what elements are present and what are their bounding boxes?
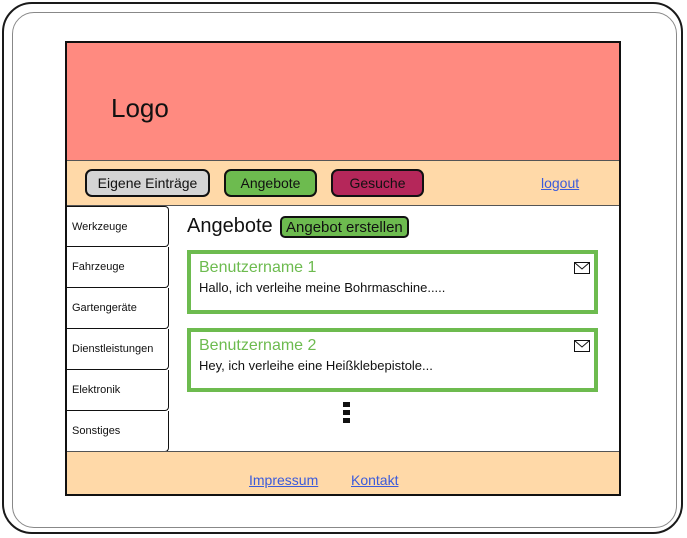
post-username[interactable]: Benutzername 2	[199, 337, 316, 355]
kontakt-link[interactable]: Kontakt	[351, 472, 398, 488]
app-screen: Logo Eigene Einträge Angebote Gesuche lo…	[65, 41, 621, 496]
post-text: Hallo, ich verleihe meine Bohrmaschine..…	[199, 280, 446, 295]
post-text: Hey, ich verleihe eine Heißklebepistole.…	[199, 358, 433, 373]
page-title: Angebote	[187, 215, 273, 237]
sidebar-item-werkzeuge[interactable]: Werkzeuge	[67, 206, 169, 247]
sidebar: Werkzeuge Fahrzeuge Gartengeräte Dienstl…	[67, 206, 169, 452]
sidebar-item-elektronik[interactable]: Elektronik	[67, 370, 169, 411]
envelope-icon[interactable]	[574, 262, 590, 274]
create-offer-button[interactable]: Angebot erstellen	[280, 216, 409, 238]
sidebar-item-dienstleistungen[interactable]: Dienstleistungen	[67, 329, 169, 370]
footer: Impressum Kontakt	[67, 451, 619, 494]
vertical-ellipsis-icon[interactable]	[343, 402, 351, 426]
nav-button-gesuche[interactable]: Gesuche	[331, 169, 424, 197]
post-card[interactable]: Benutzername 1 Hallo, ich verleihe meine…	[187, 250, 598, 314]
impressum-link[interactable]: Impressum	[249, 472, 318, 488]
header: Logo	[67, 43, 619, 161]
post-card[interactable]: Benutzername 2 Hey, ich verleihe eine He…	[187, 328, 598, 392]
sidebar-item-gartengeraete[interactable]: Gartengeräte	[67, 288, 169, 329]
nav-button-eigene-eintraege[interactable]: Eigene Einträge	[85, 169, 210, 197]
sidebar-item-sonstiges[interactable]: Sonstiges	[67, 411, 169, 452]
navbar: Eigene Einträge Angebote Gesuche logout	[67, 161, 619, 206]
sidebar-item-fahrzeuge[interactable]: Fahrzeuge	[67, 247, 169, 288]
post-username[interactable]: Benutzername 1	[199, 259, 316, 277]
nav-button-angebote[interactable]: Angebote	[224, 169, 317, 197]
logout-link[interactable]: logout	[541, 175, 579, 191]
envelope-icon[interactable]	[574, 340, 590, 352]
main-content: Angebote Angebot erstellen Benutzername …	[169, 206, 619, 451]
logo: Logo	[111, 93, 169, 123]
